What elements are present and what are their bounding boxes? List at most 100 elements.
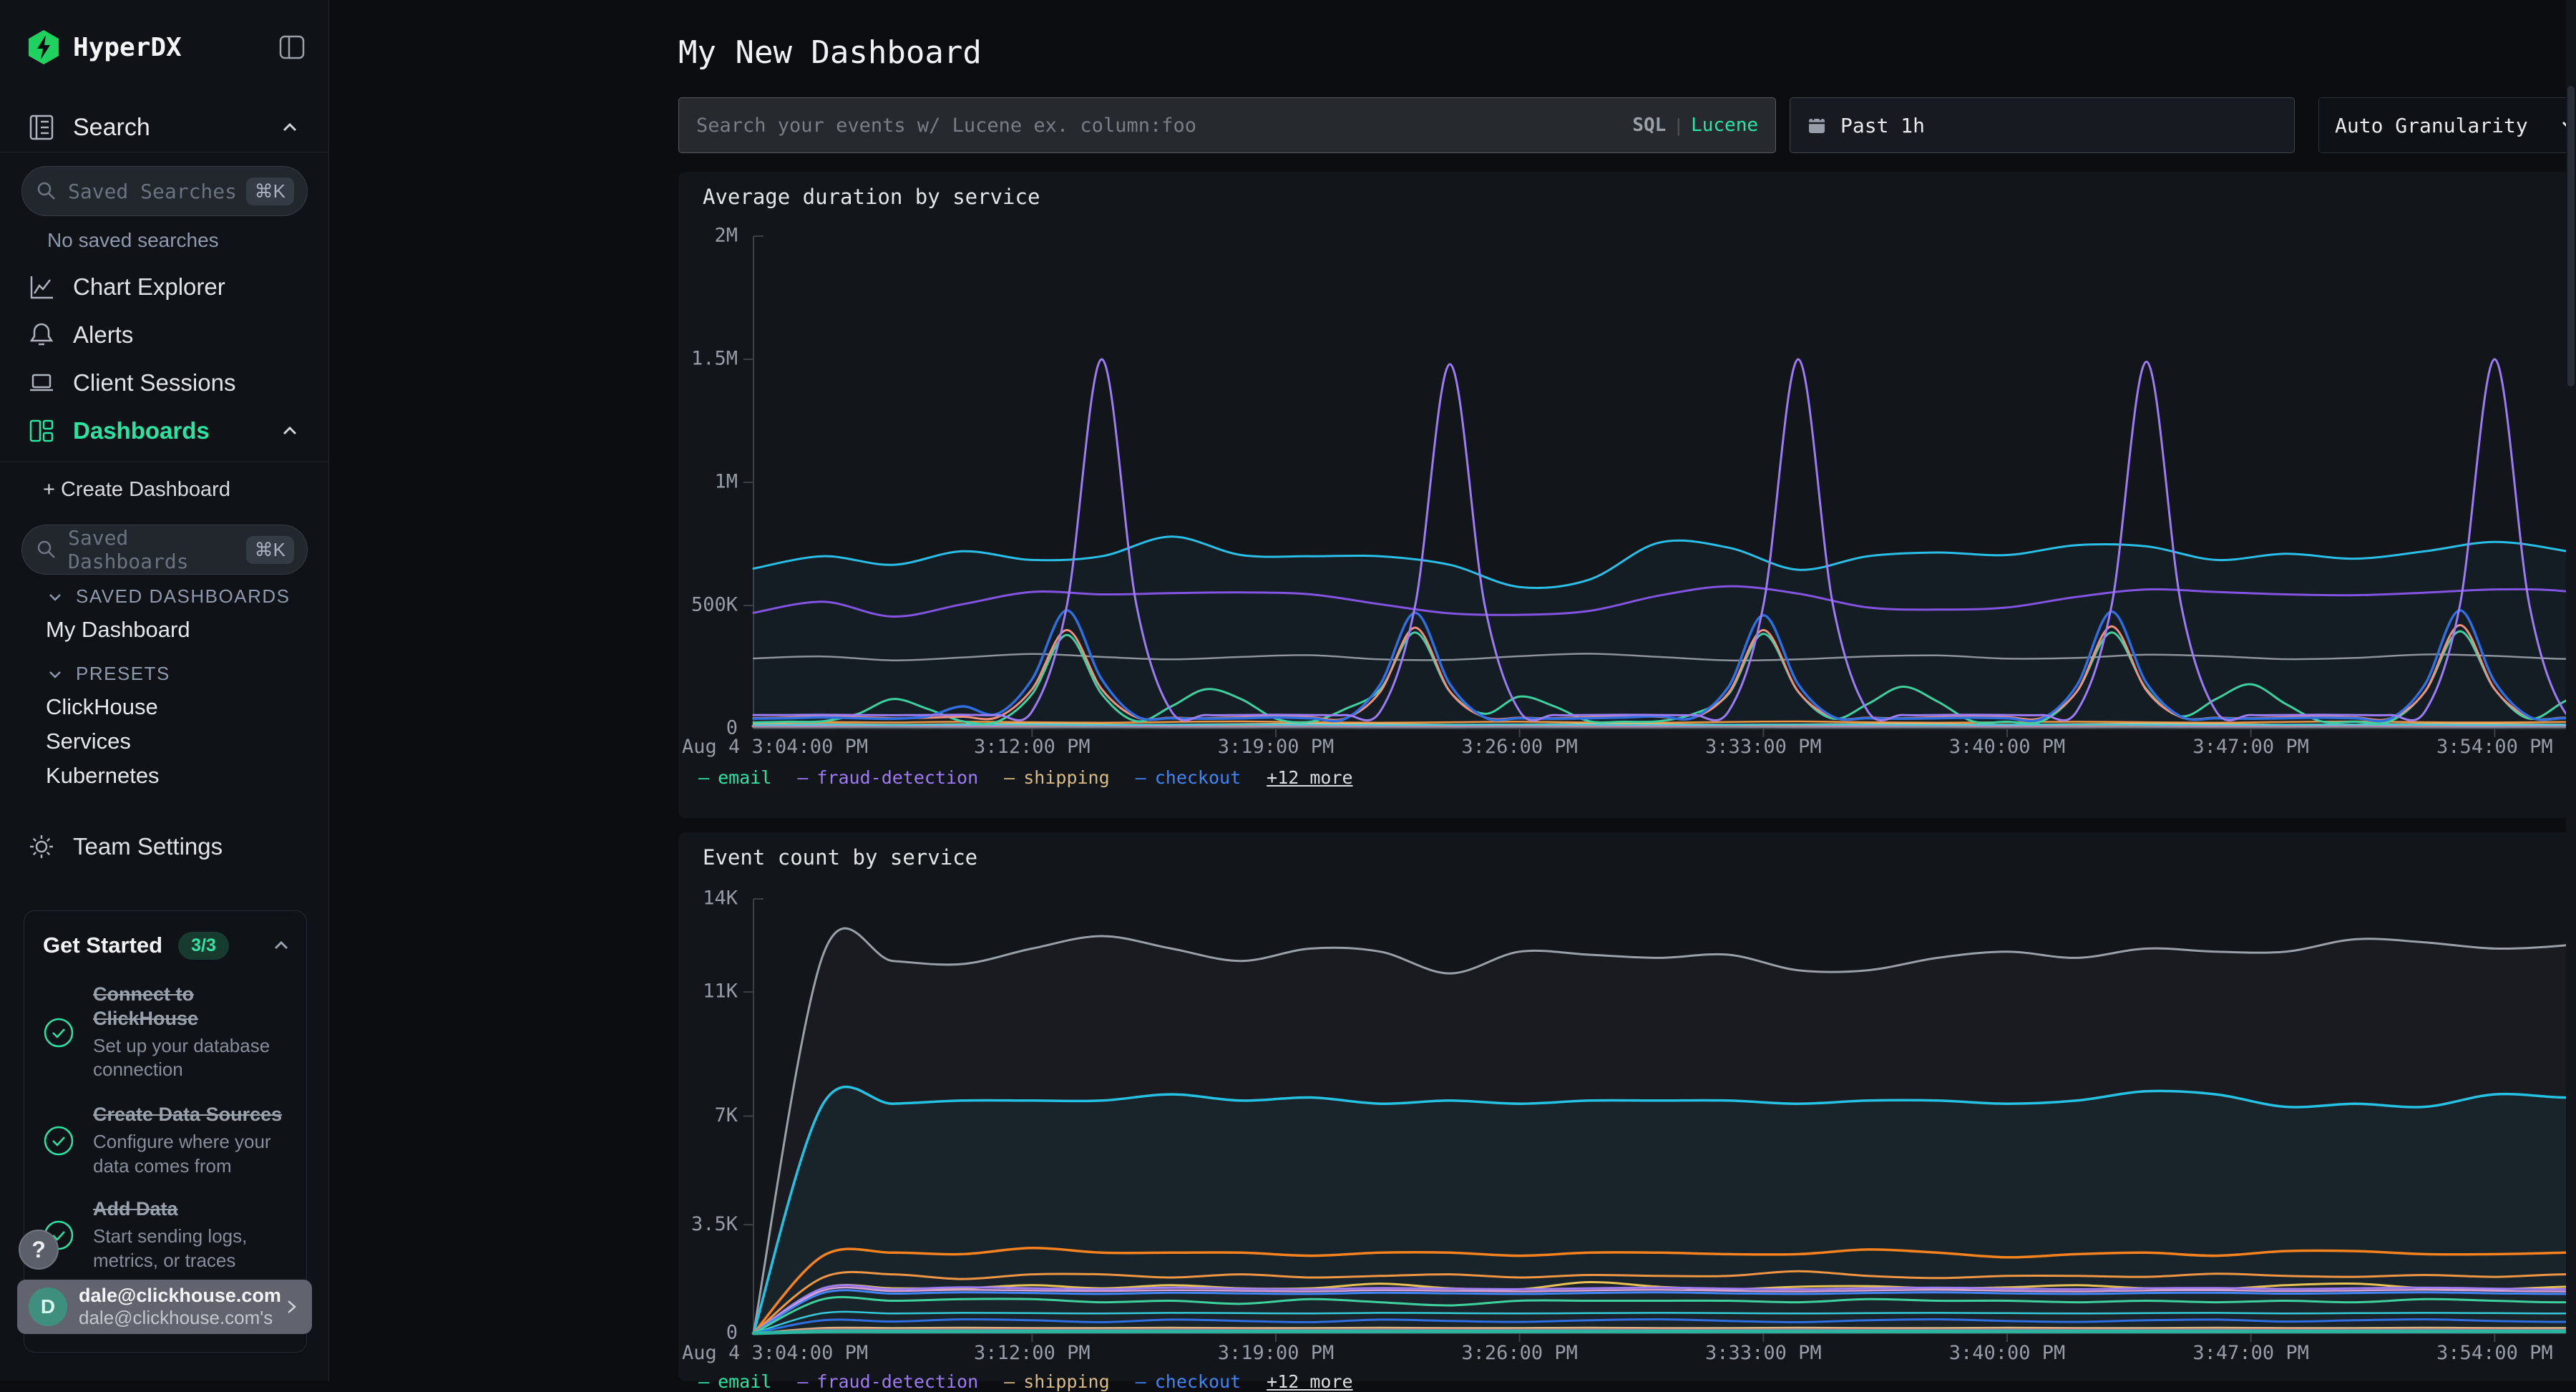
get-started-item-title: Connect to ClickHouse [93, 983, 258, 1031]
svg-text:3:19:00 PM: 3:19:00 PM [1218, 1342, 1335, 1364]
legend-item-shipping[interactable]: —shipping [1004, 767, 1109, 788]
search-icon [35, 538, 58, 561]
get-started-item-title: Add Data [93, 1197, 272, 1222]
sidebar-item-label: Alerts [73, 321, 133, 349]
divider: | [1676, 115, 1681, 137]
legend-more-link[interactable]: +12 more [1267, 1371, 1352, 1392]
legend-dash: — [1136, 767, 1146, 788]
sidebar-item-search[interactable]: Search [27, 107, 308, 147]
chevron-up-icon[interactable] [270, 935, 292, 956]
sidebar-collapse-icon[interactable] [276, 31, 308, 63]
get-started-item-add-data[interactable]: Add Data Start sending logs, metrics, or… [43, 1197, 295, 1272]
svg-text:3.5K: 3.5K [691, 1213, 738, 1235]
legend-item-fraud-detection[interactable]: — fraud-detection [797, 767, 978, 788]
svg-text:3:40:00 PM: 3:40:00 PM [1949, 1342, 2066, 1364]
event-count-chart-panel: Event count by service 14K11K7K3.5K0Aug … [678, 832, 2576, 1381]
sidebar-item-team-settings[interactable]: Team Settings [27, 827, 308, 866]
svg-text:3:12:00 PM: 3:12:00 PM [974, 1342, 1091, 1364]
section-label: SAVED DASHBOARDS [76, 585, 290, 608]
legend-label: fraud-detection [816, 767, 978, 788]
sidebar-item-alerts[interactable]: Alerts [27, 316, 308, 354]
saved-dashboards-placeholder: Saved Dashboards [68, 526, 246, 573]
user-email: dale@clickhouse.com [79, 1285, 282, 1307]
sidebar-item-services[interactable]: Services [46, 729, 131, 754]
chevron-up-icon[interactable] [279, 117, 301, 138]
events-search-input[interactable]: Search your events w/ Lucene ex. column:… [678, 97, 1776, 153]
app-title: HyperDX [73, 33, 182, 62]
sidebar-item-client-sessions[interactable]: Client Sessions [27, 364, 308, 402]
legend-dash: — [797, 767, 808, 788]
legend-item-checkout[interactable]: —checkout [1136, 1371, 1241, 1392]
shortcut-badge: ⌘K [246, 177, 294, 205]
sidebar-item-label: Dashboards [73, 417, 210, 444]
sidebar-item-dashboards[interactable]: Dashboards [27, 412, 308, 450]
get-started-item-title: Create Data Sources [93, 1103, 282, 1127]
svg-text:11K: 11K [703, 980, 738, 1003]
chevron-up-icon[interactable] [279, 420, 301, 442]
svg-text:3:54:00 PM: 3:54:00 PM [2436, 1342, 2553, 1364]
scrollbar-thumb[interactable] [2567, 86, 2575, 386]
lucene-toggle[interactable]: Lucene [1691, 115, 1758, 136]
legend-label: shipping [1023, 1371, 1109, 1392]
chart-legend: —email—fraud-detection—shipping—checkout… [698, 767, 1353, 788]
gear-icon [27, 832, 56, 861]
get-started-item-desc: Set up your database connection [93, 1034, 272, 1083]
legend-dash: — [797, 1371, 808, 1392]
get-started-item-connect[interactable]: Connect to ClickHouse Set up your databa… [43, 983, 295, 1082]
dashboard-grid-icon [27, 417, 56, 445]
get-started-header[interactable]: Get Started 3/3 [43, 930, 292, 961]
main-content: My New Dashboard Search your events w/ L… [330, 0, 2576, 1381]
chevron-right-icon [282, 1298, 301, 1316]
get-started-item-datasources[interactable]: Create Data Sources Configure where your… [43, 1103, 295, 1178]
sidebar-item-clickhouse[interactable]: ClickHouse [46, 694, 158, 720]
saved-searches-input[interactable]: Saved Searches ⌘K [21, 166, 308, 216]
sql-toggle[interactable]: SQL [1632, 115, 1666, 136]
svg-text:0: 0 [726, 1322, 738, 1344]
duration-chart-panel: Average duration by service 2M1.5M1M500K… [678, 172, 2576, 818]
saved-dashboards-input[interactable]: Saved Dashboards ⌘K [21, 525, 308, 575]
granularity-value: Auto Granularity [2335, 114, 2558, 137]
user-team: dale@clickhouse.com's [79, 1307, 282, 1329]
event-count-chart-svg: 14K11K7K3.5K0Aug 4 3:04:00 PM3:12:00 PM3… [678, 832, 2576, 1381]
no-saved-searches-note: No saved searches [47, 229, 219, 252]
section-label: PRESETS [76, 663, 170, 685]
chevron-down-icon [46, 588, 64, 606]
help-button[interactable]: ? [19, 1230, 59, 1270]
bell-icon [27, 321, 56, 349]
legend-item-email[interactable]: —email [698, 767, 771, 788]
legend-label: fraud-detection [816, 1371, 978, 1392]
create-dashboard-button[interactable]: + Create Dashboard [43, 478, 230, 502]
sidebar-item-my-dashboard[interactable]: My Dashboard [46, 617, 190, 643]
check-circle-icon [43, 1017, 74, 1048]
sidebar-item-label: Client Sessions [73, 369, 235, 396]
legend-label: shipping [1023, 767, 1109, 788]
legend-more-link[interactable]: +12 more [1267, 767, 1352, 788]
sidebar: HyperDX Search Saved Searches ⌘K No save… [0, 0, 329, 1381]
legend-label: checkout [1155, 767, 1241, 788]
svg-text:3:33:00 PM: 3:33:00 PM [1705, 1342, 1822, 1364]
logo-row: HyperDX [27, 26, 308, 69]
legend-item-email[interactable]: —email [698, 1371, 771, 1392]
legend-item-shipping[interactable]: —shipping [1004, 1371, 1109, 1392]
search-icon [35, 180, 58, 203]
legend-item-fraud-detection[interactable]: — fraud-detection [797, 1371, 978, 1392]
svg-text:7K: 7K [714, 1104, 738, 1126]
sidebar-item-chart-explorer[interactable]: Chart Explorer [27, 268, 308, 306]
svg-text:2M: 2M [714, 225, 738, 247]
sidebar-item-kubernetes[interactable]: Kubernetes [46, 763, 160, 789]
events-search-placeholder: Search your events w/ Lucene ex. column:… [696, 115, 1632, 137]
sidebar-item-label: Team Settings [73, 833, 223, 860]
svg-text:Aug 4 3:04:00 PM: Aug 4 3:04:00 PM [682, 1342, 868, 1364]
legend-item-checkout[interactable]: — checkout [1136, 767, 1241, 788]
user-menu[interactable]: D dale@clickhouse.com dale@clickhouse.co… [17, 1280, 312, 1334]
svg-text:3:26:00 PM: 3:26:00 PM [1461, 1342, 1578, 1364]
svg-text:3:12:00 PM: 3:12:00 PM [974, 736, 1091, 758]
presets-section[interactable]: PRESETS [46, 663, 170, 685]
legend-dash: — [698, 767, 709, 788]
duration-chart-svg: 2M1.5M1M500K0Aug 4 3:04:00 PM3:12:00 PM3… [678, 172, 2576, 818]
granularity-select[interactable]: Auto Granularity [2318, 97, 2576, 153]
svg-text:3:19:00 PM: 3:19:00 PM [1218, 736, 1335, 758]
saved-dashboards-section[interactable]: SAVED DASHBOARDS [46, 585, 290, 608]
scrollbar[interactable] [2566, 0, 2576, 1381]
time-range-input[interactable]: Past 1h [1790, 97, 2295, 153]
